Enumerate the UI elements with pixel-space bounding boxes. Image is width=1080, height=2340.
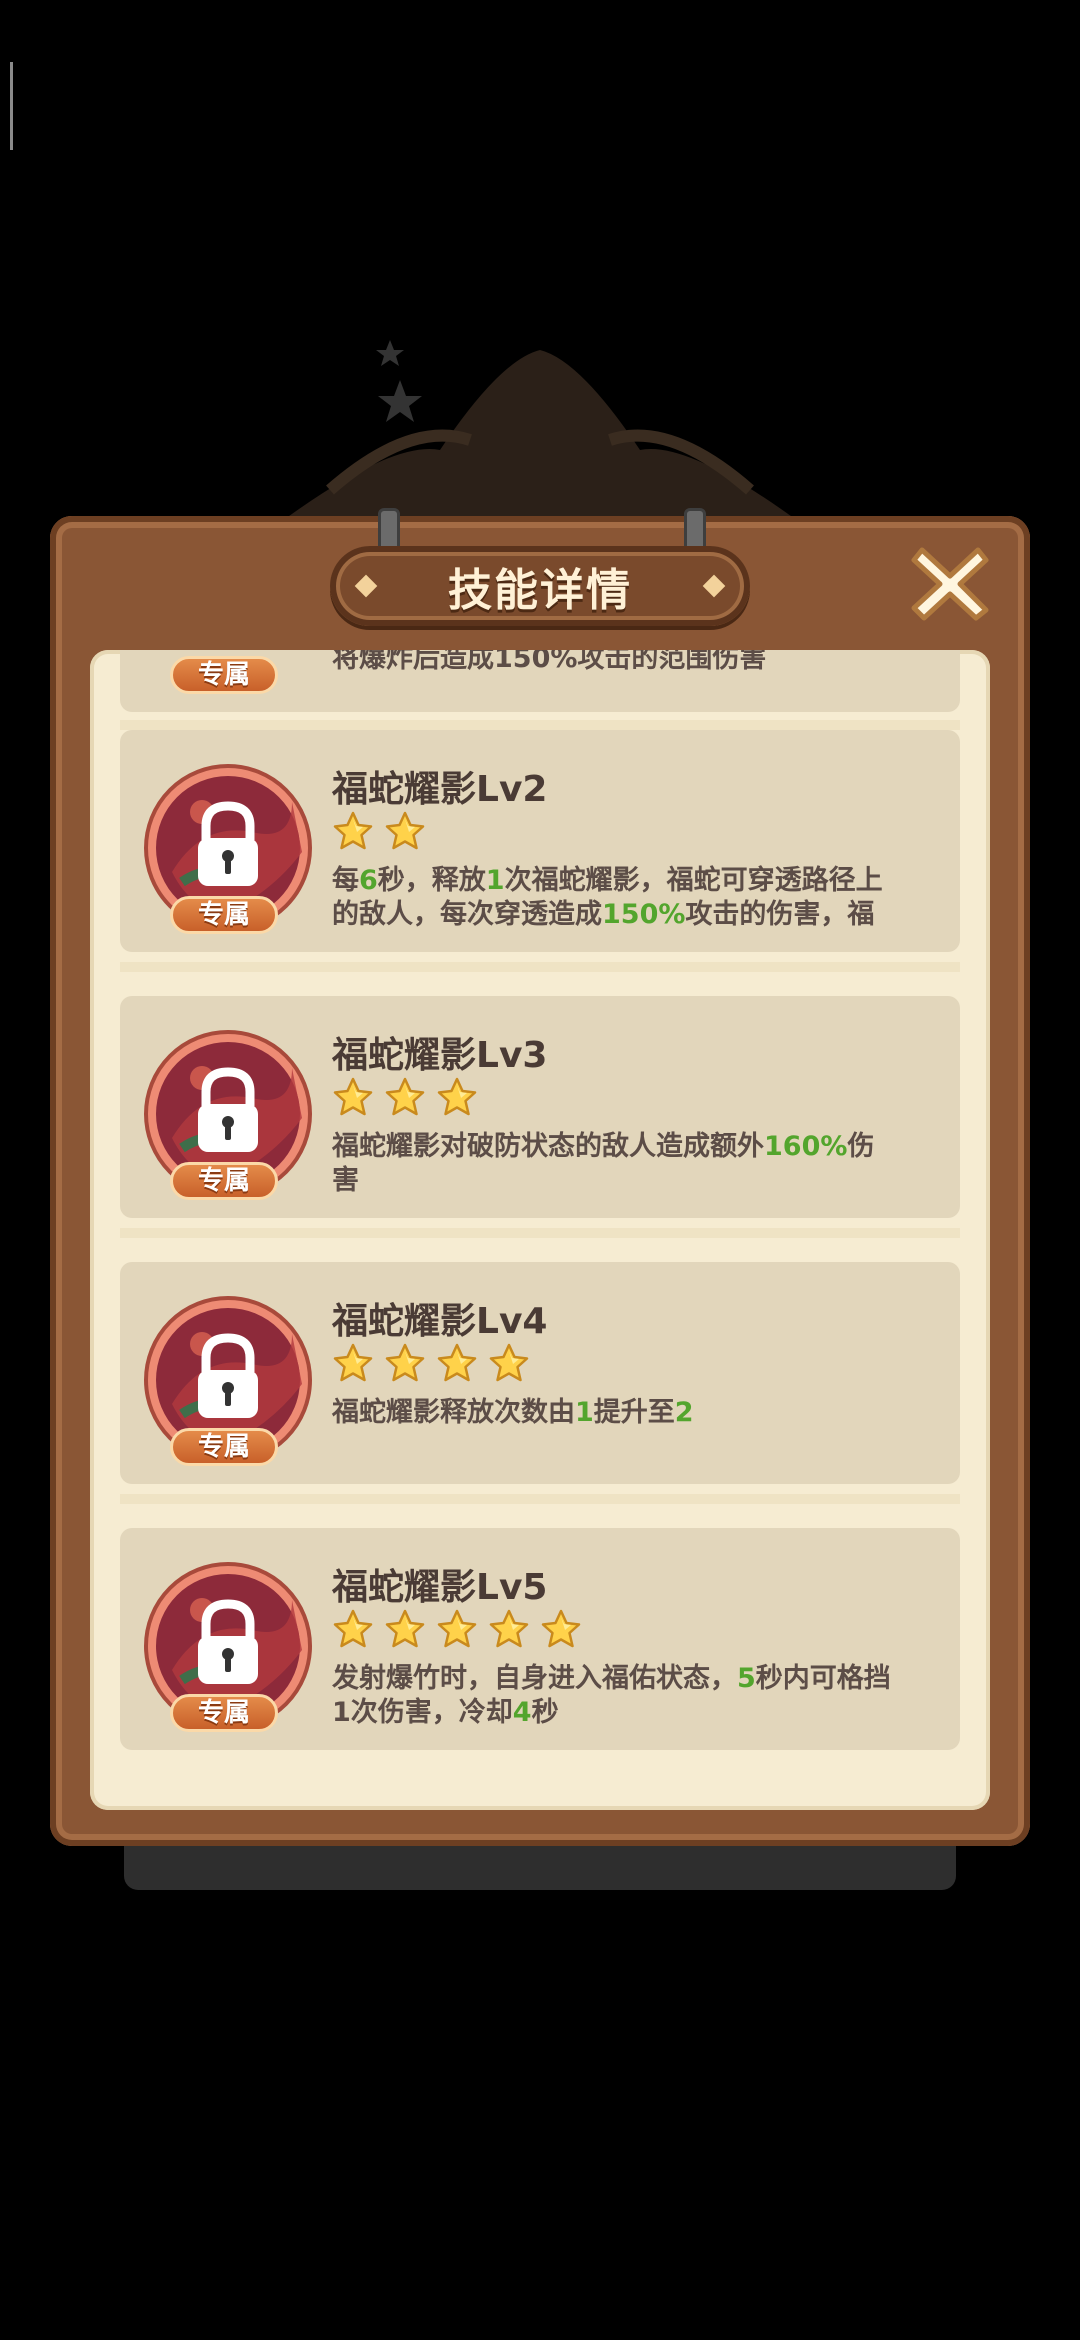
description-text: 秒 (531, 1697, 559, 1728)
skill-card[interactable]: 专属 福蛇耀影Lv4 福蛇耀影释放次数由1提升至2 (120, 1262, 960, 1484)
star-icon (332, 1342, 374, 1388)
gem-icon (354, 574, 378, 598)
skill-list-paper: 专属 将爆炸后造成150%攻击的范围伤害 专属 福蛇耀影Lv2 每6秒，释放1次福蛇… (90, 650, 990, 1810)
highlight-value: 1 (485, 865, 505, 896)
skill-description: 将爆炸后造成150%攻击的范围伤害 (332, 650, 892, 676)
card-divider (120, 720, 960, 730)
star-icon (384, 1608, 426, 1654)
skill-card[interactable]: 专属 福蛇耀影Lv2 每6秒，释放1次福蛇耀影，福蛇可穿透路径上的敌人，每次穿透造成… (120, 730, 960, 952)
exclusive-badge: 专属 (170, 1694, 278, 1732)
card-divider (120, 962, 960, 972)
skill-description: 每6秒，释放1次福蛇耀影，福蛇可穿透路径上的敌人，每次穿透造成150%攻击的伤害… (332, 864, 892, 932)
description-text: 提升至 (593, 1397, 675, 1428)
gem-icon (702, 574, 726, 598)
star-icon (488, 1342, 530, 1388)
star-icon (384, 1076, 426, 1122)
skill-title: 福蛇耀影Lv2 (332, 769, 548, 810)
star-icon (384, 1342, 426, 1388)
skill-description: 福蛇耀影对破防状态的敌人造成额外160%伤害 (332, 1130, 892, 1198)
star-rating (332, 1076, 478, 1122)
skill-title: 福蛇耀影Lv5 (332, 1567, 548, 1608)
skill-description: 发射爆竹时，自身进入福佑状态，5秒内可格挡1次伤害，冷却4秒 (332, 1662, 892, 1730)
skill-card-partial: 专属 将爆炸后造成150%攻击的范围伤害 (120, 650, 960, 712)
star-icon (436, 1342, 478, 1388)
star-icon (384, 810, 426, 856)
star-rating (332, 810, 426, 856)
card-divider (120, 1228, 960, 1238)
description-text: 福蛇耀影对破防状态的敌人造成额外 (332, 1131, 764, 1162)
highlight-value: 1 (575, 1397, 594, 1428)
skill-title: 福蛇耀影Lv3 (332, 1035, 548, 1076)
exclusive-badge: 专属 (170, 1162, 278, 1200)
highlight-value: 160% (764, 1131, 848, 1162)
close-x-icon[interactable] (908, 540, 992, 624)
crown-decoration-icon (270, 340, 810, 530)
skill-card[interactable]: 专属 福蛇耀影Lv5 发射爆竹时，自身进入福佑状态，5秒内可格挡1次伤害，冷却4秒 (120, 1528, 960, 1750)
highlight-value: 150% (602, 899, 686, 930)
description-text: 发射爆竹时，自身进入福佑状态， (332, 1663, 737, 1694)
description-text: 秒，释放 (377, 865, 486, 896)
highlight-value: 4 (512, 1697, 532, 1728)
title-plate: 技能详情 (330, 546, 750, 626)
star-icon (332, 810, 374, 856)
page-title: 技能详情 (448, 565, 632, 616)
highlight-value: 5 (737, 1663, 756, 1694)
star-icon (488, 1608, 530, 1654)
star-rating (332, 1608, 582, 1654)
skill-card[interactable]: 专属 福蛇耀影Lv3 福蛇耀影对破防状态的敌人造成额外160%伤害 (120, 996, 960, 1218)
highlight-value: 2 (674, 1397, 694, 1428)
skill-description: 福蛇耀影释放次数由1提升至2 (332, 1396, 892, 1430)
star-rating (332, 1342, 530, 1388)
star-icon (436, 1608, 478, 1654)
skill-title: 福蛇耀影Lv4 (332, 1301, 548, 1342)
description-text: 福蛇耀影释放次数由 (332, 1397, 575, 1428)
exclusive-badge: 专属 (170, 1428, 278, 1466)
status-bar-indicator (10, 62, 13, 150)
skill-list[interactable]: 专属 将爆炸后造成150%攻击的范围伤害 专属 福蛇耀影Lv2 每6秒，释放1次福蛇… (120, 650, 960, 1800)
star-icon (540, 1608, 582, 1654)
skill-description-text: 将爆炸后造成150%攻击的范围伤害 (332, 650, 767, 674)
highlight-value: 6 (359, 865, 378, 896)
exclusive-badge: 专属 (170, 896, 278, 934)
card-divider (120, 1494, 960, 1504)
exclusive-badge: 专属 (170, 656, 278, 694)
star-icon (436, 1076, 478, 1122)
description-text: 每 (332, 865, 359, 896)
star-icon (332, 1076, 374, 1122)
star-icon (332, 1608, 374, 1654)
